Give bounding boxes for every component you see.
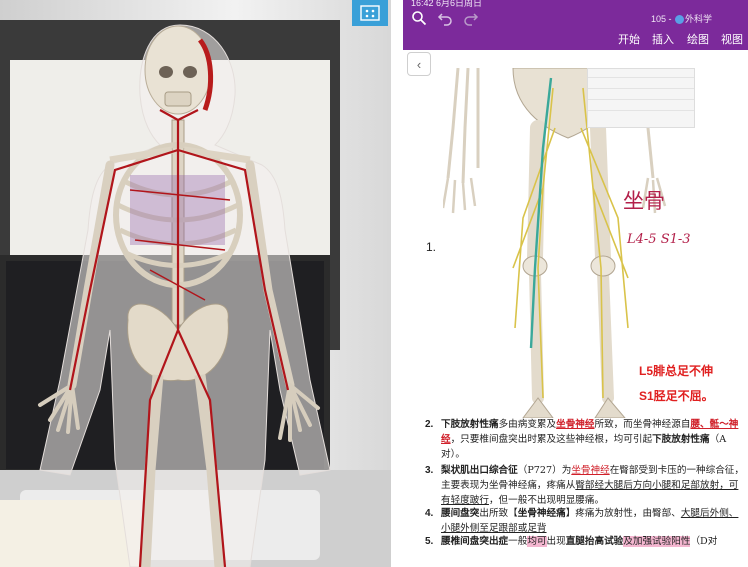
handwriting-line-2: L4-5 S1-3 — [627, 232, 691, 247]
text-segment: 坐骨神经痛 — [517, 508, 566, 519]
page-info: 105 - 外科学 — [651, 12, 712, 25]
page-info-prefix: 105 - — [651, 14, 675, 24]
text-segment: 坐骨神经 — [571, 465, 610, 476]
text-segment: （D对 — [690, 536, 718, 547]
text-segment: 梨状肌出口综合征 — [441, 465, 518, 476]
chevron-left-icon: ‹ — [416, 56, 422, 72]
text-segment: 出所致【 — [479, 508, 518, 519]
tab-insert[interactable]: 插入 — [652, 31, 674, 47]
tibia-bones — [529, 267, 614, 404]
text-segment: 直腿抬高试验 — [565, 536, 624, 547]
text-segment: 腰椎间盘突出症 — [441, 536, 509, 547]
text-segment: 坐骨神经 — [556, 419, 595, 430]
list-number: 2. — [425, 419, 434, 430]
notes-app: 16:42 6月6日周日 105 - 外科学 开始 插入 绘图 视图 ‹ 1. … — [403, 0, 748, 567]
text-segment: 一般 — [508, 536, 528, 547]
list-number-1: 1. — [426, 240, 437, 254]
undo-icon[interactable] — [437, 10, 453, 26]
ar-anatomy-photo — [0, 0, 391, 567]
tab-home[interactable]: 开始 — [618, 31, 640, 47]
text-segment: 】疼痛为放射性，由臀部、 — [565, 508, 681, 519]
text-segment: 均可 — [527, 536, 547, 547]
list-item-text: 腰间盘突出所致【坐骨神经痛】疼痛为放射性，由臀部、大腿后外侧、小腿外侧至足跟部或… — [441, 506, 746, 536]
text-segment: 所致，而坐骨神经源自 — [594, 419, 691, 430]
list-number: 4. — [425, 508, 434, 519]
app-ribbon: 16:42 6月6日周日 105 - 外科学 开始 插入 绘图 视图 — [403, 0, 748, 50]
list-item-text: 梨状肌出口综合征（P727）为坐骨神经在臀部受到卡压的一种综合征，主要表现为坐骨… — [441, 463, 746, 508]
tab-view[interactable]: 视图 — [721, 31, 743, 47]
text-segment: 出现 — [546, 536, 566, 547]
handwriting-line-1: 坐骨 — [623, 189, 665, 213]
list-item-text: 下肢放射性痛多由病变累及坐骨神经所致，而坐骨神经源自腰、骶～神经，只要椎间盘突出… — [441, 417, 746, 462]
screen-divider — [391, 0, 403, 567]
text-segment: （P727）为 — [517, 465, 572, 476]
list-number: 3. — [425, 465, 434, 476]
text-segment: 及加强试验阳性 — [623, 536, 691, 547]
redo-icon[interactable] — [463, 10, 479, 26]
search-icon[interactable] — [411, 10, 427, 26]
ar-mode-button[interactable] — [352, 0, 388, 26]
red-note-1: L5腓总足不伸 — [639, 364, 714, 378]
page-info-section: 外科学 — [685, 14, 713, 24]
red-note-2: S1胫足不屈。 — [639, 389, 714, 403]
text-segment: 多由病变累及 — [498, 419, 557, 430]
back-button[interactable]: ‹ — [407, 52, 431, 76]
text-segment: 下肢放射性痛 — [652, 434, 710, 445]
text-segment: ，但一般不出现明显腰痛。 — [488, 495, 605, 506]
status-time: 16:42 6月6日周日 — [411, 0, 483, 8]
ar-scan-icon — [360, 5, 380, 21]
text-segment: 下肢放射性痛 — [441, 419, 499, 430]
embedded-app-panel — [587, 68, 695, 128]
text-segment: 腰间盘突 — [441, 508, 480, 519]
globe-icon — [675, 15, 685, 25]
skeleton-model — [38, 24, 331, 567]
text-segment: ，只要椎间盘突出时累及这些神经根，均可引起 — [450, 434, 653, 445]
tab-draw[interactable]: 绘图 — [687, 31, 709, 47]
list-item-text: 腰椎间盘突出症一般均可出现直腿抬高试验及加强试验阳性（D对 — [441, 534, 746, 549]
list-number: 5. — [425, 536, 434, 547]
